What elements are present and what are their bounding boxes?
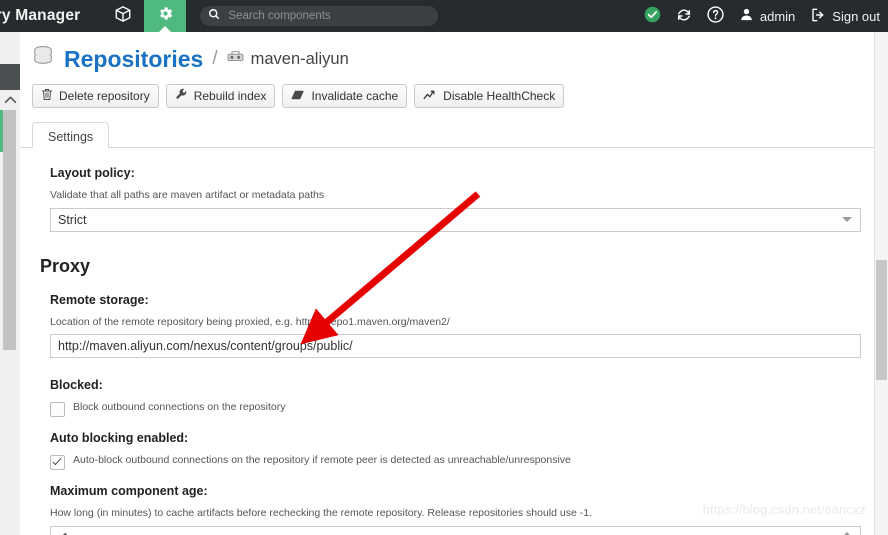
layout-policy-help: Validate that all paths are maven artifa… <box>50 189 861 203</box>
remote-storage-input[interactable] <box>50 334 861 358</box>
trash-icon <box>41 88 53 104</box>
max-component-age-input-wrap <box>50 526 861 535</box>
top-header-bar: ory Manager <box>0 0 888 32</box>
eraser-icon <box>291 89 305 104</box>
main-nav <box>102 0 186 32</box>
invalidate-cache-label: Invalidate cache <box>311 89 398 103</box>
user-menu[interactable]: admin <box>739 7 795 25</box>
layout-policy-select-wrap <box>50 208 861 232</box>
health-status-indicator[interactable] <box>644 6 661 26</box>
breadcrumb-separator: / <box>212 48 217 70</box>
left-scrollbar[interactable] <box>0 32 20 535</box>
auto-blocking-checkbox[interactable] <box>50 455 65 470</box>
cube-icon <box>114 5 132 28</box>
blocked-checkbox-label: Block outbound connections on the reposi… <box>73 401 285 414</box>
help-circle-icon <box>707 6 724 26</box>
app-title: ory Manager <box>0 7 80 25</box>
breadcrumb-current: maven-aliyun <box>251 50 349 69</box>
proxy-section-heading: Proxy <box>20 256 875 277</box>
rebuild-index-button[interactable]: Rebuild index <box>166 84 276 108</box>
rebuild-index-label: Rebuild index <box>194 89 267 103</box>
disable-healthcheck-button[interactable]: Disable HealthCheck <box>414 84 564 108</box>
gear-icon <box>157 5 174 27</box>
auto-blocking-checkbox-row[interactable]: Auto-block outbound connections on the r… <box>20 454 875 470</box>
header-actions: admin Sign out <box>629 0 888 32</box>
main-content: Repositories / maven-aliyun Delete <box>20 32 875 535</box>
blocked-field: Blocked: <box>20 378 875 392</box>
max-component-age-input[interactable] <box>50 526 861 535</box>
auto-blocking-label: Auto blocking enabled: <box>50 431 861 445</box>
refresh-button[interactable] <box>676 7 692 26</box>
layout-policy-select[interactable] <box>50 208 861 232</box>
remote-storage-help: Location of the remote repository being … <box>50 316 861 330</box>
left-scrollbar-thumb[interactable] <box>3 110 16 350</box>
right-scrollbar-thumb[interactable] <box>876 260 887 380</box>
settings-form: Layout policy: Validate that all paths a… <box>20 148 875 518</box>
blocked-checkbox-row[interactable]: Block outbound connections on the reposi… <box>20 401 875 417</box>
left-gutter-top <box>0 64 20 90</box>
right-scrollbar[interactable] <box>874 32 888 535</box>
layout-policy-label: Layout policy: <box>50 166 861 180</box>
refresh-icon <box>676 7 692 26</box>
breadcrumb: Repositories / maven-aliyun <box>20 32 875 72</box>
search-box[interactable] <box>200 6 438 26</box>
browse-tab[interactable] <box>102 0 144 32</box>
scroll-up-button[interactable] <box>0 90 20 108</box>
tab-settings-label: Settings <box>48 130 93 144</box>
search-input[interactable] <box>226 9 415 23</box>
tab-strip: Settings <box>20 121 875 148</box>
delete-repository-button[interactable]: Delete repository <box>32 84 159 108</box>
blocked-checkbox[interactable] <box>50 402 65 417</box>
layout-policy-field: Layout policy: Validate that all paths a… <box>20 166 875 232</box>
watermark: https://blog.csdn.net/tiancxz <box>703 502 866 517</box>
admin-tab[interactable] <box>144 0 186 32</box>
check-circle-icon <box>644 6 661 26</box>
user-name: admin <box>760 9 795 24</box>
sign-out-label: Sign out <box>832 9 880 24</box>
database-icon <box>32 45 54 74</box>
proxy-repository-icon <box>227 49 244 70</box>
remote-storage-field: Remote storage: Location of the remote r… <box>20 293 875 359</box>
user-icon <box>739 7 754 25</box>
disable-healthcheck-label: Disable HealthCheck <box>443 89 555 103</box>
tab-settings[interactable]: Settings <box>32 122 109 151</box>
remote-storage-label: Remote storage: <box>50 293 861 307</box>
sign-out-icon <box>810 7 826 26</box>
help-button[interactable] <box>707 6 724 26</box>
search-icon <box>208 7 220 25</box>
chart-line-icon <box>423 89 437 104</box>
wrench-icon <box>175 88 188 104</box>
blocked-label: Blocked: <box>50 378 861 392</box>
invalidate-cache-button[interactable]: Invalidate cache <box>282 84 407 108</box>
repository-toolbar: Delete repository Rebuild index Invalida… <box>20 72 875 108</box>
sign-out-button[interactable]: Sign out <box>810 7 880 26</box>
max-component-age-label: Maximum component age: <box>50 484 861 498</box>
delete-repository-label: Delete repository <box>59 89 150 103</box>
auto-blocking-checkbox-label: Auto-block outbound connections on the r… <box>73 454 571 467</box>
breadcrumb-root[interactable]: Repositories <box>64 46 203 73</box>
auto-blocking-field: Auto blocking enabled: <box>20 431 875 445</box>
